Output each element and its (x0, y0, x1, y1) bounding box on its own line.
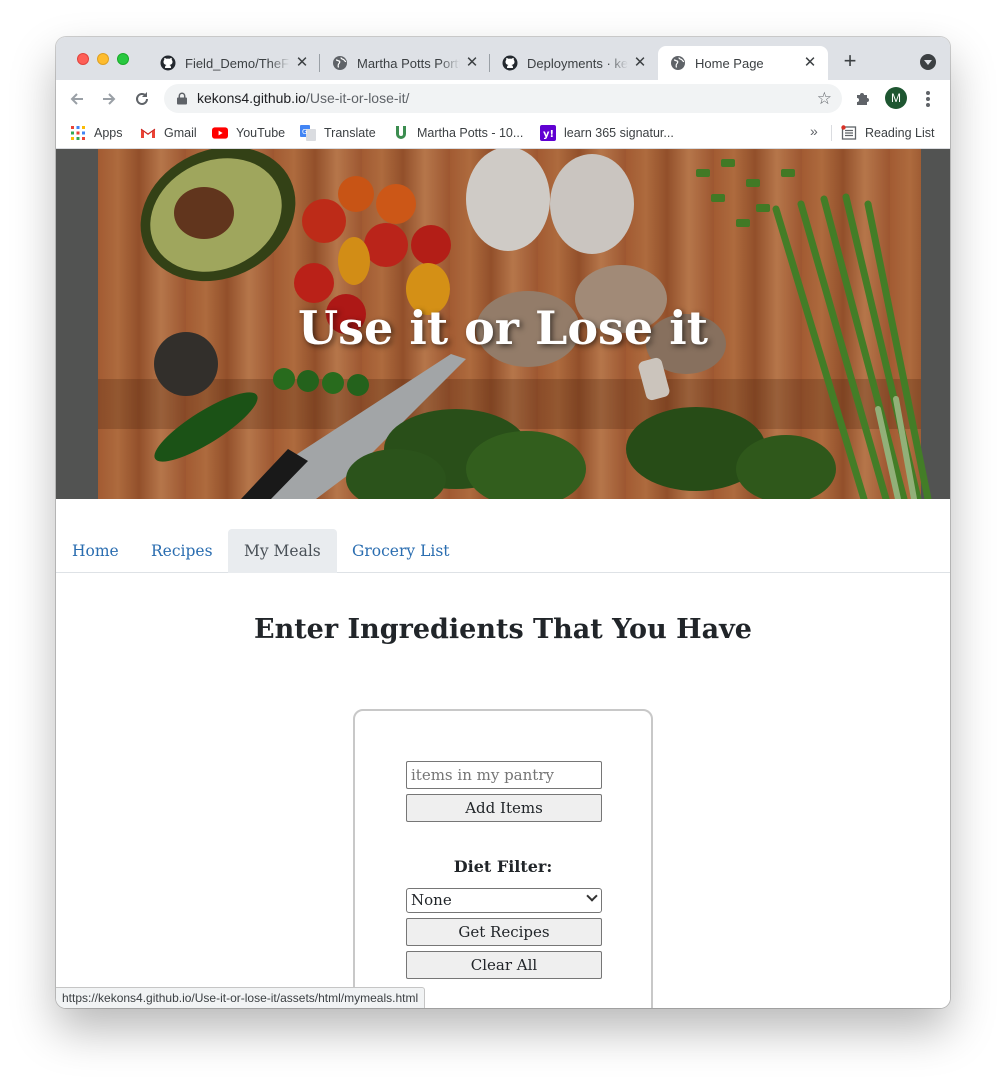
ingredients-form-card: Add Items Diet Filter: None Get Recipes … (353, 709, 653, 1008)
gmail-icon (140, 125, 156, 141)
svg-text:y!: y! (543, 129, 554, 140)
translate-icon: G (300, 125, 316, 141)
bookmark-martha-potts[interactable]: Martha Potts - 10... (393, 123, 523, 143)
youtube-icon (212, 125, 228, 141)
url-text: kekons4.github.io/Use-it-or-lose-it/ (197, 90, 410, 106)
bookmark-youtube[interactable]: YouTube (212, 123, 285, 143)
diet-filter-select[interactable]: None (406, 888, 602, 913)
bookmark-apps[interactable]: Apps (70, 123, 123, 143)
bookmarks-overflow-button[interactable]: » (810, 123, 818, 139)
bookmark-label: YouTube (236, 126, 286, 140)
close-tab-icon[interactable]: ✕ (802, 55, 818, 71)
bookmark-label: Apps (94, 126, 123, 140)
browser-toolbar: kekons4.github.io/Use-it-or-lose-it/ ☆ M (56, 80, 950, 117)
github-icon (160, 55, 176, 71)
bookmark-label: Martha Potts - 10... (417, 126, 524, 140)
back-button[interactable] (66, 88, 88, 110)
forward-arrow-icon (103, 93, 116, 105)
bookmark-translate[interactable]: G Translate (300, 123, 376, 143)
forward-button[interactable] (98, 88, 120, 110)
profile-avatar[interactable]: M (885, 87, 907, 109)
globe-icon (332, 55, 348, 71)
reading-list-label: Reading List (865, 126, 935, 140)
browser-tab-active[interactable]: Home Page ✕ (658, 46, 828, 80)
bookmark-u-icon (393, 125, 409, 141)
tab-title: Field_Demo/TheFi (185, 55, 290, 71)
tab-title: Home Page (695, 55, 764, 71)
bookmark-label: Translate (324, 126, 376, 140)
pantry-items-input[interactable] (406, 761, 602, 789)
close-tab-icon[interactable]: ✕ (632, 55, 648, 71)
address-bar[interactable]: kekons4.github.io/Use-it-or-lose-it/ ☆ (164, 84, 842, 113)
link-status-bar: https://kekons4.github.io/Use-it-or-lose… (56, 987, 426, 1008)
nav-my-meals[interactable]: My Meals (228, 529, 337, 573)
bookmarks-divider (831, 125, 832, 141)
reload-button[interactable] (131, 88, 153, 110)
extensions-puzzle-icon[interactable] (854, 90, 872, 108)
add-items-button[interactable]: Add Items (406, 794, 602, 822)
close-tab-icon[interactable]: ✕ (294, 55, 310, 71)
reading-list-button[interactable]: Reading List (841, 123, 935, 143)
nav-recipes[interactable]: Recipes (135, 529, 229, 573)
hero-banner: Use it or Lose it (56, 149, 950, 499)
close-window-button[interactable] (77, 53, 89, 65)
nav-home[interactable]: Home (56, 529, 135, 573)
site-nav: Home Recipes My Meals Grocery List (56, 529, 950, 573)
tab-strip: Field_Demo/TheFi ✕ Martha Potts Portf ✕ … (56, 37, 950, 80)
new-tab-button[interactable]: + (840, 50, 860, 72)
bookmark-learn-365[interactable]: y! learn 365 signatur... (540, 123, 674, 143)
browser-window: Field_Demo/TheFi ✕ Martha Potts Portf ✕ … (56, 37, 950, 1008)
bookmark-star-icon[interactable]: ☆ (817, 89, 832, 109)
browser-menu-icon[interactable] (920, 89, 936, 109)
lock-icon (177, 92, 187, 105)
nav-grocery-list[interactable]: Grocery List (336, 529, 466, 573)
browser-tab[interactable]: Deployments · kek ✕ (490, 46, 658, 80)
zoom-window-button[interactable] (117, 53, 129, 65)
diet-filter-label: Diet Filter: (453, 857, 553, 876)
site-title: Use it or Lose it (298, 301, 708, 355)
tab-title: Deployments · kek (527, 55, 628, 71)
browser-tab[interactable]: Field_Demo/TheFi ✕ (148, 46, 320, 80)
browser-tab[interactable]: Martha Potts Portf ✕ (320, 46, 490, 80)
apps-grid-icon (70, 125, 86, 141)
bookmarks-bar: Apps Gmail YouTube G Translate Martha Po… (56, 117, 950, 149)
get-recipes-button[interactable]: Get Recipes (406, 918, 602, 946)
page-heading: Enter Ingredients That You Have (254, 614, 752, 645)
globe-icon (670, 55, 686, 71)
web-page: Use it or Lose it Home Recipes My Meals … (56, 149, 950, 1008)
close-tab-icon[interactable]: ✕ (464, 55, 480, 71)
reading-list-icon (841, 125, 857, 141)
tab-title: Martha Potts Portf (357, 55, 460, 71)
yahoo-icon: y! (540, 125, 556, 141)
diet-filter-value: None (411, 891, 452, 909)
clear-all-button[interactable]: Clear All (406, 951, 602, 979)
minimize-window-button[interactable] (97, 53, 109, 65)
reload-icon (136, 92, 148, 105)
github-icon (502, 55, 518, 71)
bookmark-gmail[interactable]: Gmail (140, 123, 197, 143)
back-arrow-icon (70, 93, 83, 105)
bookmark-label: Gmail (164, 126, 197, 140)
svg-text:G: G (302, 128, 307, 136)
tab-search-icon[interactable] (920, 54, 936, 70)
bookmark-label: learn 365 signatur... (564, 126, 674, 140)
chevron-down-icon (586, 890, 598, 902)
